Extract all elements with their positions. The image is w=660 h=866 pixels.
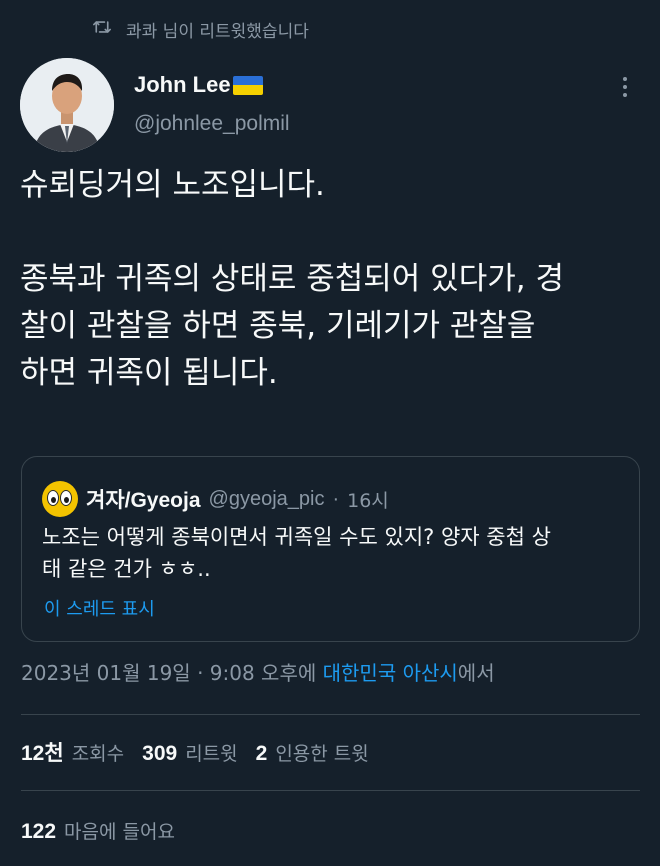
likes-count: 122: [21, 819, 57, 843]
quoted-tweet-card[interactable]: 겨자/Gyeoja @gyeoja_pic · 16시 노조는 어떻게 종북이면…: [21, 456, 640, 642]
quoted-author-handle: @gyeoja_pic: [208, 487, 325, 510]
quoted-author-name[interactable]: 겨자/Gyeoja: [86, 484, 201, 514]
ukraine-flag-icon: [232, 75, 263, 95]
quoted-author-avatar[interactable]: [42, 481, 78, 517]
divider: [21, 714, 640, 715]
quoted-line: 태 같은 건가 ㅎㅎ..: [42, 557, 211, 581]
tweet-text: 슈뢰딩거의 노조입니다. 종북과 귀족의 상태로 중첩되어 있다가, 경 찰이 …: [20, 162, 640, 397]
retweets-count: 309: [142, 741, 178, 765]
tweet-place-link[interactable]: 대한민국 아산시: [323, 657, 458, 686]
likes-stat[interactable]: 122 마음에 들어요: [21, 815, 193, 845]
separator-dot: ·: [332, 487, 340, 510]
tweet-line: [20, 209, 640, 256]
quotes-stat[interactable]: 2 인용한 트윗: [256, 739, 369, 766]
retweets-label: 리트윗: [185, 742, 238, 765]
retweets-stat[interactable]: 309 리트윗: [142, 739, 238, 766]
author-name-text: John Lee: [134, 72, 231, 97]
tweet-datetime[interactable]: 2023년 01월 19일 · 9:08 오후에: [21, 657, 323, 686]
author-avatar[interactable]: [20, 58, 114, 152]
author-display-name[interactable]: John Lee: [134, 72, 263, 98]
tweet-line: 종북과 귀족의 상태로 중첩되어 있다가, 경: [20, 261, 564, 297]
tweet-meta: 2023년 01월 19일 · 9:08 오후에 대한민국 아산시 에서: [21, 656, 495, 686]
retweet-icon: [92, 18, 112, 41]
likes-label: 마음에 들어요: [64, 820, 175, 843]
quoted-line: 노조는 어떻게 종북이면서 귀족일 수도 있지? 양자 중첩 상: [42, 525, 551, 549]
more-options-icon[interactable]: [612, 74, 638, 100]
divider: [21, 790, 640, 791]
author-handle[interactable]: @johnlee_polmil: [134, 112, 290, 136]
quoted-tweet-header: 겨자/Gyeoja @gyeoja_pic · 16시: [42, 481, 389, 517]
quoted-tweet-time[interactable]: 16시: [347, 486, 389, 513]
views-count: 12천: [21, 742, 64, 765]
views-stat[interactable]: 12천 조회수: [21, 737, 124, 767]
tweet-place-suffix: 에서: [457, 660, 495, 685]
tweet-stats: 12천 조회수 309 리트윗 2 인용한 트윗: [21, 737, 387, 767]
views-label: 조회수: [71, 743, 125, 765]
quoted-tweet-text: 노조는 어떻게 종북이면서 귀족일 수도 있지? 양자 중첩 상 태 같은 건가…: [42, 521, 628, 585]
quotes-count: 2: [255, 741, 268, 765]
tweet-line: 하면 귀족이 됩니다.: [20, 355, 278, 391]
tweet-line: 찰이 관찰을 하면 종북, 기레기가 관찰을: [20, 308, 536, 344]
show-thread-link[interactable]: 이 스레드 표시: [44, 595, 155, 621]
retweet-context[interactable]: 콰콰 님이 리트윗했습니다: [92, 16, 309, 42]
quotes-label: 인용한 트윗: [275, 742, 369, 765]
tweet-line: 슈뢰딩거의 노조입니다.: [20, 167, 325, 203]
retweet-text: 콰콰 님이 리트윗했습니다: [126, 21, 309, 42]
